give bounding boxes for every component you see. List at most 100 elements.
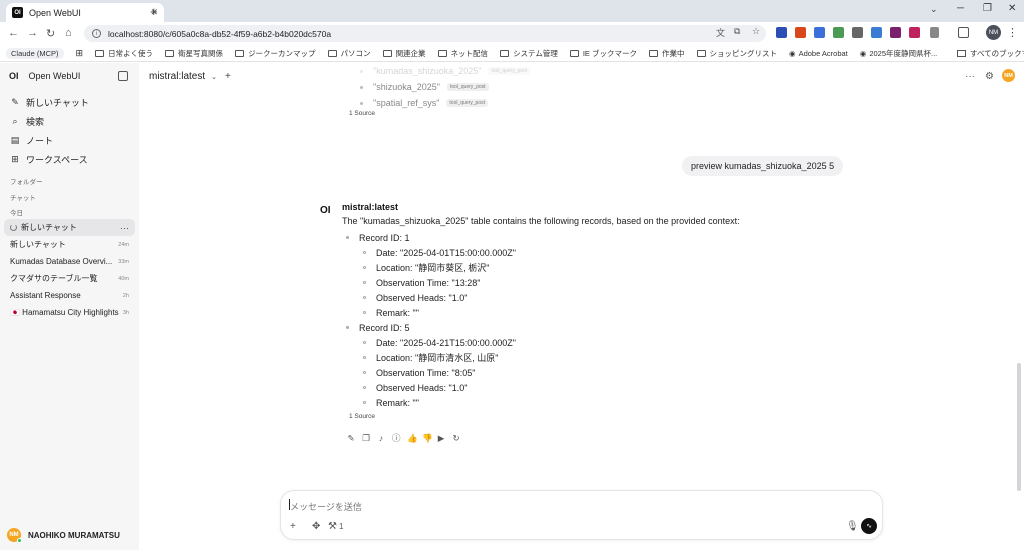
info-icon[interactable]: ⓘ: [392, 432, 401, 444]
bookmark-adobe[interactable]: ◉ Adobe Acrobat: [789, 49, 848, 58]
list-item: "shizuoka_2025" tool_query_post: [360, 79, 530, 95]
back-arrow-icon[interactable]: ←: [8, 27, 19, 39]
new-tab-plus-icon[interactable]: +: [150, 4, 158, 19]
scrollbar[interactable]: [1017, 363, 1021, 491]
bookmarks-bar: Claude (MCP) ⊞ 日常よく使う 衛星写真関係 ジークーカンマップ パ…: [0, 45, 1024, 62]
sidebar-nav: ✎ 新しいチャット ⌕ 検索 ▤ ノート ⊞ ワークスペース: [9, 93, 89, 169]
copy-icon[interactable]: ❐: [362, 433, 370, 444]
folders-label[interactable]: フォルダー: [10, 176, 43, 186]
bookmark-folder[interactable]: IE ブックマーク: [569, 48, 637, 59]
bookmark-folder[interactable]: ショッピングリスト: [696, 48, 777, 59]
extension-s-icon[interactable]: [852, 27, 863, 38]
user-menu[interactable]: NM NAOHIKO MURAMATSU: [7, 528, 120, 543]
folder-icon: [957, 50, 966, 57]
edit-icon[interactable]: ✎: [347, 433, 355, 444]
add-model-plus-icon[interactable]: +: [225, 71, 231, 82]
integrations-icon[interactable]: ✥: [312, 521, 320, 532]
tab-search-chevron-icon[interactable]: ⌄: [930, 4, 938, 15]
browser-menu-icon[interactable]: ⋮: [1007, 26, 1018, 39]
bookmark-folder[interactable]: ネット配信: [437, 48, 488, 59]
regenerate-icon[interactable]: ↻: [452, 433, 460, 444]
model-label: mistral:latest: [342, 202, 399, 212]
avatar[interactable]: NM: [1002, 69, 1015, 82]
window-close-icon[interactable]: ✕: [1008, 3, 1016, 14]
bookmark-folder[interactable]: 関連企業: [382, 48, 426, 59]
source-button[interactable]: 1 Source: [349, 413, 375, 420]
model-selector[interactable]: mistral:latest ⌄ +: [149, 71, 231, 82]
sidebar-item-workspace[interactable]: ⊞ ワークスペース: [9, 150, 89, 169]
bookmark-folder[interactable]: システム管理: [500, 48, 558, 59]
maximize-icon[interactable]: ❐: [983, 3, 992, 14]
attach-plus-icon[interactable]: +: [290, 521, 296, 532]
extension-megaphone-icon[interactable]: [795, 27, 806, 38]
sidebar-header[interactable]: OI Open WebUI: [9, 71, 80, 81]
tool-tag: tool_query_post: [446, 99, 489, 107]
browser-tab[interactable]: OI Open WebUI ✕: [6, 3, 164, 22]
message-input[interactable]: メッセージを送信: [290, 500, 362, 513]
extension-translate-icon[interactable]: [871, 27, 882, 38]
loading-spinner-icon: [10, 224, 17, 231]
home-icon[interactable]: ⌂: [65, 27, 72, 39]
tool-tag: tool_query_post: [446, 83, 489, 91]
list-item: Remark: "": [346, 305, 516, 320]
browser-profile-avatar[interactable]: NM: [986, 25, 1001, 40]
install-app-icon[interactable]: ⧉: [734, 26, 740, 37]
bookmark-claude-mcp[interactable]: Claude (MCP): [6, 47, 64, 59]
folder-icon: [696, 49, 706, 57]
workspace-icon: ⊞: [11, 154, 19, 164]
extension-slack-icon[interactable]: [890, 27, 901, 38]
continue-icon[interactable]: ▶: [437, 433, 445, 444]
assistant-intro: The "kumadas_shizuoka_2025" table contai…: [342, 216, 740, 226]
more-options-icon[interactable]: ···: [120, 223, 129, 233]
all-bookmarks[interactable]: すべてのブックマーク: [957, 48, 1024, 59]
microphone-icon[interactable]: 🎙: [846, 521, 859, 532]
controls-sliders-icon[interactable]: ⚙: [985, 71, 994, 82]
thumbs-up-icon[interactable]: 👍: [407, 433, 418, 444]
chat-item[interactable]: Assistant Response 2h: [4, 287, 135, 304]
browser-tab-bar: OI Open WebUI ✕ + ⌄ ─ ❐ ✕: [0, 0, 1024, 22]
translate-icon[interactable]: 文: [716, 26, 725, 39]
chat-item[interactable]: 🇯🇵 Hamamatsu City Highlights 3h: [4, 304, 135, 321]
sidebar-toggle-icon[interactable]: [118, 71, 128, 81]
tools-wrench-icon[interactable]: ⚒: [328, 521, 337, 532]
extension-grid-icon[interactable]: [776, 27, 787, 38]
extensions-puzzle-icon[interactable]: [930, 27, 939, 38]
chats-label[interactable]: チャット: [10, 192, 36, 202]
thumbs-down-icon[interactable]: 👎: [422, 433, 433, 444]
extension-sheet-icon[interactable]: [833, 27, 844, 38]
sidebar-item-notes[interactable]: ▤ ノート: [9, 131, 89, 150]
source-button[interactable]: 1 Source: [349, 110, 375, 117]
records-list: Record ID: 1 Date: "2025-04-01T15:00:00.…: [346, 230, 516, 410]
minimize-icon[interactable]: ─: [957, 3, 964, 14]
folder-icon: [437, 49, 447, 57]
bookmark-folder[interactable]: ジークーカンマップ: [235, 48, 316, 59]
chat-item[interactable]: Kumadas Database Overvi... 33m: [4, 253, 135, 270]
sidebar-item-new-chat[interactable]: ✎ 新しいチャット: [9, 93, 89, 112]
bookmark-folder[interactable]: 衛星写真関係: [165, 48, 223, 59]
chevron-down-icon[interactable]: ⌄: [211, 73, 217, 81]
bookmark-folder[interactable]: 日常よく使う: [95, 48, 153, 59]
chat-item[interactable]: 新しいチャット 24m: [4, 236, 135, 253]
folder-icon: [500, 49, 510, 57]
bookmark-star-icon[interactable]: ☆: [752, 26, 760, 37]
chat-item[interactable]: クマダサのテーブル一覧 40m: [4, 270, 135, 287]
url-text: localhost:8080/c/605a0c8a-db52-4f59-a6b2…: [108, 28, 332, 39]
chat-main: mistral:latest ⌄ + ··· ⚙ NM "kumadas_shi…: [139, 63, 1024, 550]
voice-mode-button[interactable]: ∿: [861, 518, 877, 534]
extension-play-icon[interactable]: [909, 27, 920, 38]
extension-doc-icon[interactable]: [814, 27, 825, 38]
chat-item-active[interactable]: 新しいチャット ···: [4, 219, 135, 236]
bookmark-folder[interactable]: 作業中: [649, 48, 685, 59]
side-panel-icon[interactable]: [958, 27, 969, 38]
site-info-icon[interactable]: i: [92, 29, 101, 38]
sidebar-item-search[interactable]: ⌕ 検索: [9, 112, 89, 131]
list-item: "spatial_ref_sys" tool_query_post: [360, 95, 530, 111]
reload-icon[interactable]: ↻: [46, 27, 55, 40]
bookmark-shizuoka-cup[interactable]: ◉ 2025年度静岡県杯...: [860, 48, 937, 59]
read-aloud-icon[interactable]: ♪: [377, 433, 385, 443]
forward-arrow-icon[interactable]: →: [27, 27, 38, 39]
apps-grid-icon[interactable]: ⊞: [76, 48, 84, 59]
bookmark-folder[interactable]: パソコン: [327, 48, 371, 59]
more-horizontal-icon[interactable]: ···: [965, 71, 975, 82]
address-bar[interactable]: i localhost:8080/c/605a0c8a-db52-4f59-a6…: [84, 25, 766, 42]
